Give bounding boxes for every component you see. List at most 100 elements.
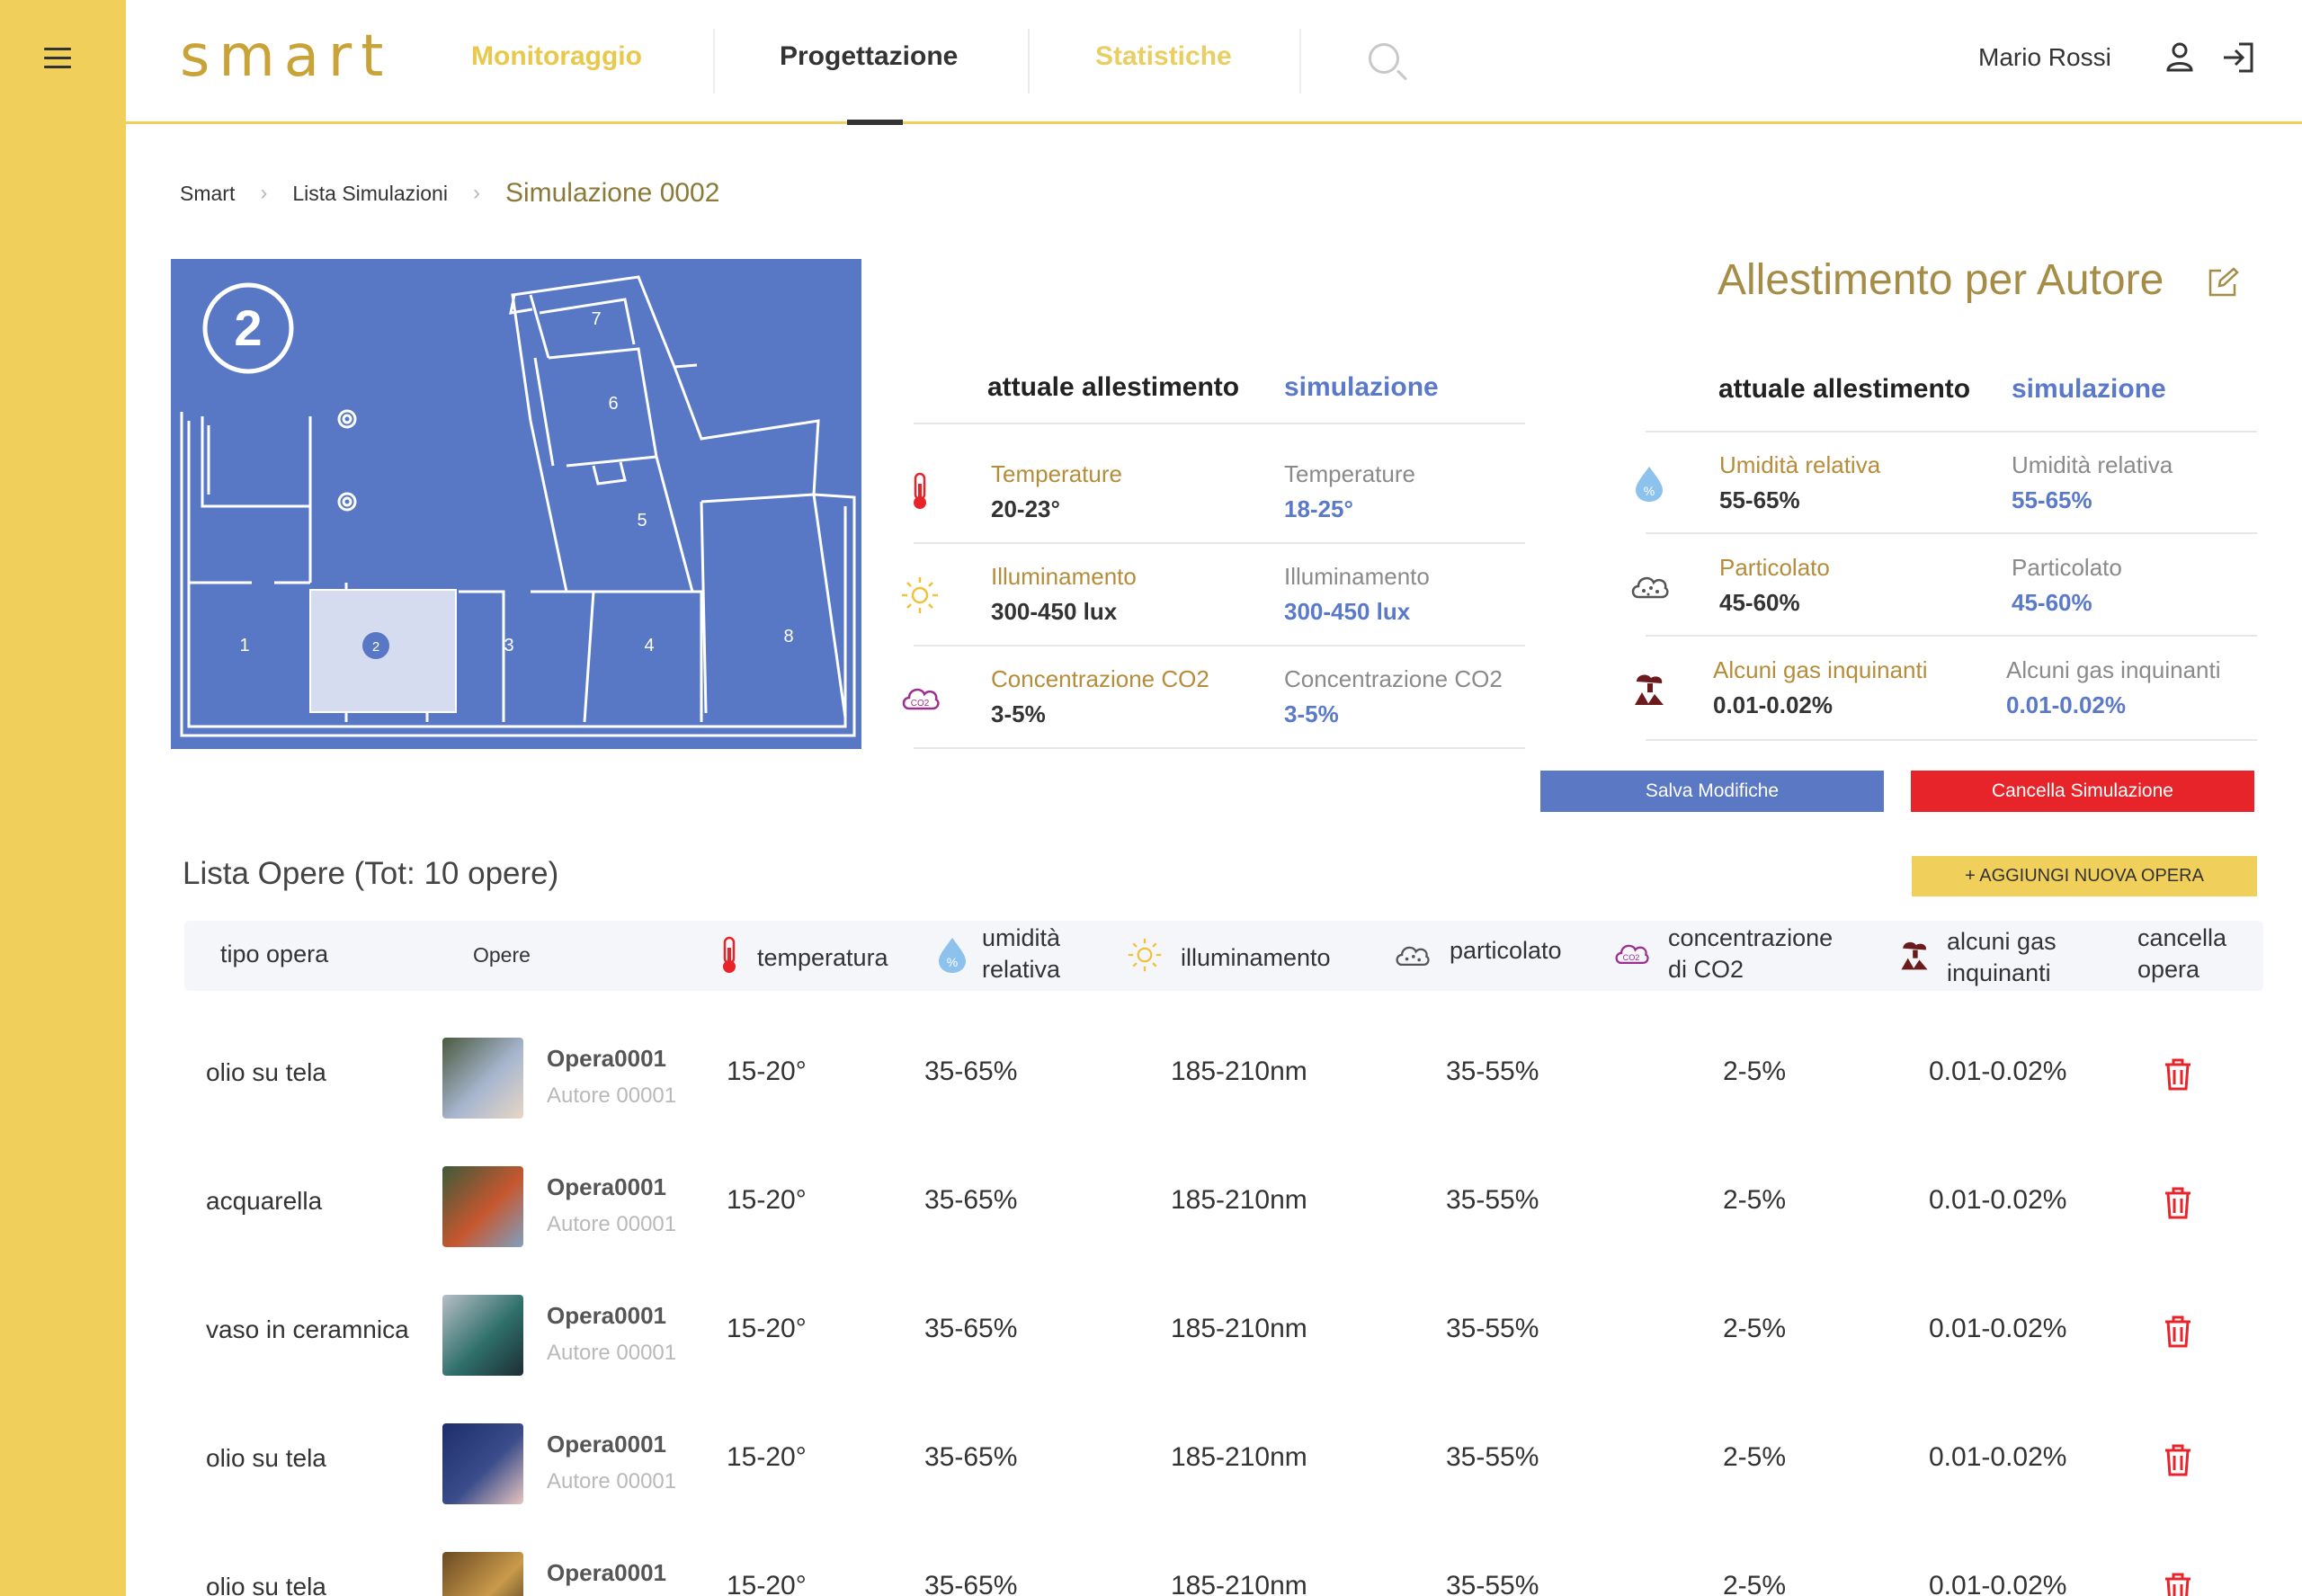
room-label-8: 8 (783, 627, 793, 646)
nav-statistiche[interactable]: Statistiche (1095, 41, 1232, 72)
opera-name[interactable]: Opera0001 (547, 1045, 666, 1073)
opera-author: Autore 00001 (547, 1341, 677, 1365)
opera-thumbnail[interactable] (442, 1038, 523, 1119)
cell-gas: 0.01-0.02% (1929, 1314, 2067, 1343)
opera-thumbnail[interactable] (442, 1423, 523, 1504)
opera-name[interactable]: Opera0001 (547, 1431, 666, 1458)
nav-divider (713, 29, 715, 94)
divider (914, 423, 1525, 424)
cell-temperatura: 15-20° (727, 1571, 807, 1596)
cell-particolato: 35-55% (1446, 1314, 1539, 1343)
th-tipo-opera[interactable]: tipo opera (220, 939, 328, 970)
edit-icon[interactable] (2207, 266, 2239, 299)
th-co2[interactable]: concentrazione di CO2 (1668, 923, 1833, 985)
app-logo[interactable]: smart (180, 23, 392, 90)
th-opere[interactable]: Opere (473, 942, 531, 969)
cond-label: Temperature (991, 460, 1122, 487)
cell-umidita: 35-65% (924, 1314, 1018, 1343)
th-cancella-line1: cancella (2137, 924, 2227, 951)
cond-value-current: 0.01-0.02% (1713, 691, 1833, 718)
save-button[interactable]: Salva Modifiche (1540, 771, 1884, 812)
co2-cloud-icon: CO2 (902, 688, 940, 710)
cond-label: Concentrazione CO2 (991, 665, 1209, 692)
nav-progettazione[interactable]: Progettazione (780, 41, 958, 72)
logout-icon[interactable] (2221, 41, 2255, 74)
cond-value-current: 55-65% (1719, 486, 1800, 513)
user-icon[interactable] (2165, 41, 2194, 72)
divider (914, 645, 1525, 646)
cond-label-sim: Particolato (2012, 554, 2122, 581)
cell-particolato: 35-55% (1446, 1057, 1539, 1086)
room-label-4: 4 (644, 636, 654, 655)
panel-right-head-sim: simulazione (2012, 374, 2166, 404)
divider (1646, 739, 2257, 741)
trash-icon[interactable] (2163, 1572, 2193, 1596)
room-label-3: 3 (504, 636, 513, 655)
cell-gas: 0.01-0.02% (1929, 1571, 2067, 1596)
trash-icon[interactable] (2163, 1186, 2193, 1220)
cond-value-current: 45-60% (1719, 589, 1800, 616)
cond-label: Umidità relativa (1719, 451, 1881, 478)
cell-illuminamento: 185-210nm (1171, 1185, 1307, 1215)
breadcrumb-lista-simulazioni[interactable]: Lista Simulazioni (292, 182, 448, 206)
th-umidita[interactable]: umidità relativa (982, 923, 1060, 985)
table-row[interactable]: acquarella Opera0001 Autore 00001 15-20° 35-… (184, 1137, 2263, 1266)
cond-value-sim: 300-450 lux (1284, 598, 1411, 625)
divider (1646, 532, 2257, 534)
app-root: smart Monitoraggio Progettazione Statist… (0, 0, 2302, 1596)
opera-thumbnail[interactable] (442, 1166, 523, 1247)
th-co2-line2: di CO2 (1668, 956, 1744, 984)
trash-icon[interactable] (2163, 1315, 2193, 1349)
th-particolato[interactable]: particolato (1450, 935, 1562, 967)
opera-name[interactable]: Opera0001 (547, 1173, 666, 1201)
nav-divider (1299, 29, 1301, 94)
trash-icon[interactable] (2163, 1057, 2193, 1092)
sun-icon (902, 577, 938, 613)
th-umidita-line1: umidità (982, 924, 1061, 951)
table-header: tipo opera Opere temperatura % umidità r… (184, 921, 2263, 991)
divider (914, 542, 1525, 544)
th-gas[interactable]: alcuni gas inquinanti (1947, 926, 2057, 989)
room-label-7: 7 (591, 309, 601, 329)
add-opera-button[interactable]: + AGGIUNGI NUOVA OPERA (1912, 856, 2257, 896)
opera-thumbnail[interactable] (442, 1295, 523, 1376)
particulate-icon (1396, 946, 1430, 967)
cond-value-current: 300-450 lux (991, 598, 1118, 625)
cond-label-sim: Illuminamento (1284, 563, 1430, 590)
cell-co2: 2-5% (1723, 1314, 1787, 1343)
particulate-icon (1631, 576, 1669, 599)
user-name: Mario Rossi (1978, 43, 2111, 71)
allestimento-title: Allestimento per Autore (1718, 256, 2164, 304)
opera-thumbnail[interactable] (442, 1552, 523, 1596)
divider (1646, 635, 2257, 637)
trash-icon[interactable] (2163, 1443, 2193, 1477)
cell-tipo-opera: olio su tela (206, 1058, 326, 1086)
table-row[interactable]: olio su telaOpera0001Autore 0000115-20°3… (184, 1395, 2263, 1523)
nav-monitoraggio[interactable]: Monitoraggio (471, 41, 642, 72)
th-cancella: cancella opera (2137, 923, 2226, 985)
sun-icon (1128, 938, 1162, 972)
divider (914, 747, 1525, 749)
breadcrumb: Smart › Lista Simulazioni › Simulazione … (180, 178, 719, 209)
cancel-simulation-button[interactable]: Cancella Simulazione (1911, 771, 2254, 812)
table-row[interactable]: olio su telaOpera0001Autore 0000115-20°3… (184, 1523, 2263, 1596)
cell-tipo-opera: olio su tela (206, 1444, 326, 1472)
cell-gas: 0.01-0.02% (1929, 1057, 2067, 1086)
cell-co2: 2-5% (1723, 1185, 1787, 1215)
breadcrumb-home[interactable]: Smart (180, 182, 235, 206)
cell-particolato: 35-55% (1446, 1185, 1539, 1215)
menu-icon[interactable] (44, 48, 71, 69)
th-illuminamento[interactable]: illuminamento (1181, 942, 1331, 974)
search-icon[interactable] (1369, 43, 1399, 74)
opera-name[interactable]: Opera0001 (547, 1302, 666, 1330)
room-label-6: 6 (608, 394, 618, 414)
cell-temperatura: 15-20° (727, 1442, 807, 1472)
th-temperatura[interactable]: temperatura (757, 942, 888, 974)
table-row[interactable]: vaso in ceramnica Opera0001 Autore 00001 15… (184, 1266, 2263, 1395)
floor-plan-map[interactable]: 2 1 3 4 5 6 7 8 2 (171, 259, 861, 749)
cell-co2: 2-5% (1723, 1442, 1787, 1472)
opera-name[interactable]: Opera0001 (547, 1559, 666, 1587)
cell-umidita: 35-65% (924, 1571, 1018, 1596)
cond-label-sim: Concentrazione CO2 (1284, 665, 1503, 692)
table-row[interactable]: olio su telaOpera0001Autore 0000115-20°3… (184, 1009, 2263, 1137)
